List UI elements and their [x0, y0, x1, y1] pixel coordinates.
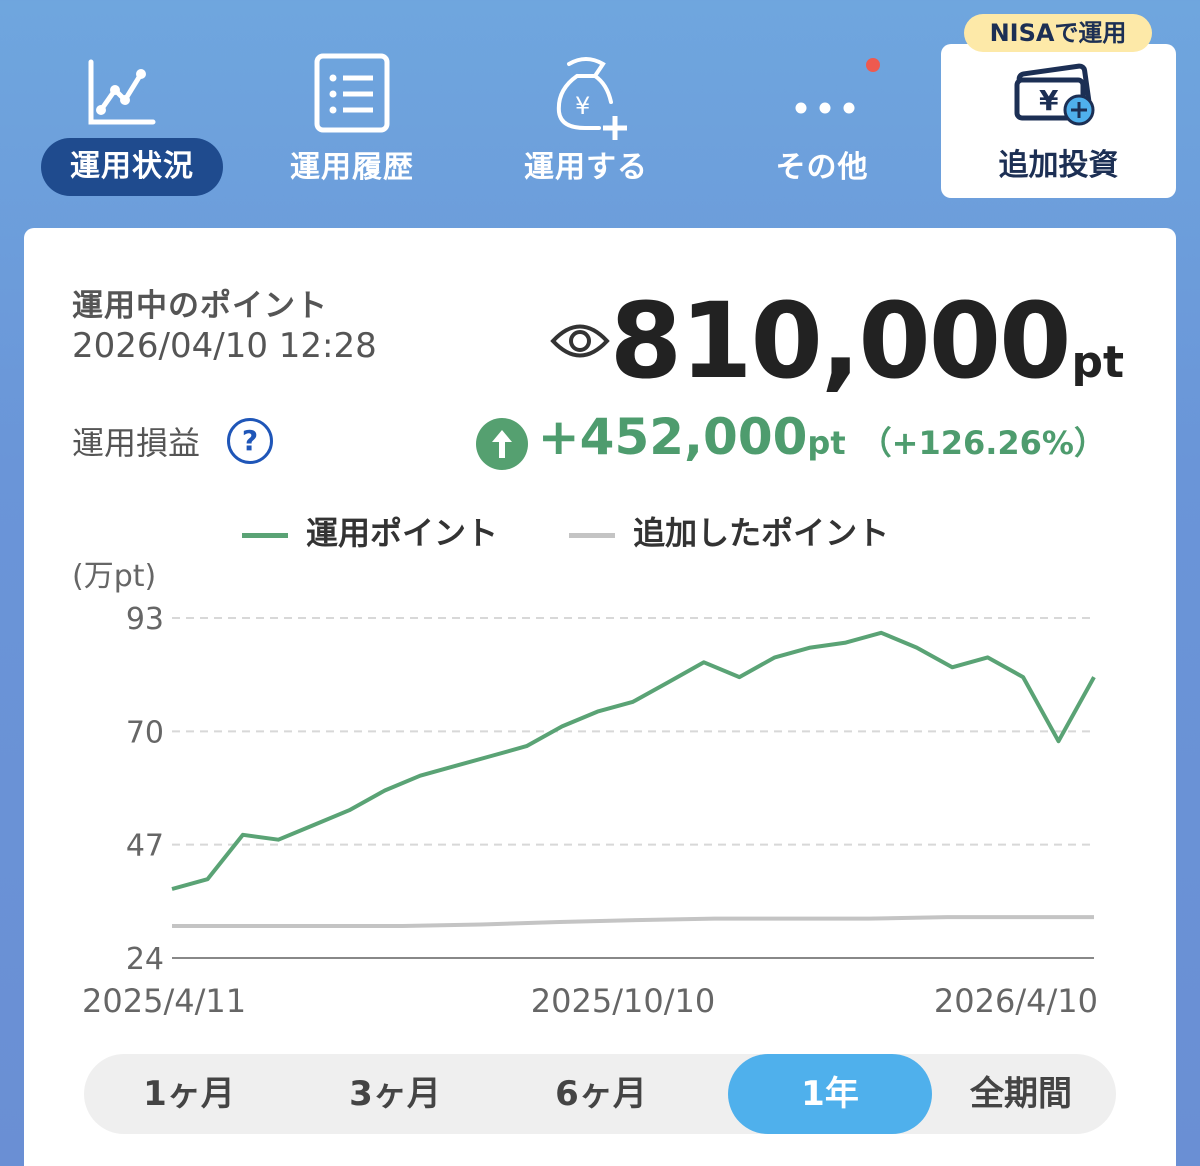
nav-status-label: 運用状況	[41, 138, 223, 196]
y-tick-label: 70	[126, 715, 164, 750]
notification-dot	[866, 58, 880, 72]
series-line	[172, 915, 1094, 928]
nav-more[interactable]: その他	[722, 30, 922, 200]
legend-managed-label: 運用ポイント	[306, 514, 499, 552]
timestamp: 2026/04/10 12:28	[72, 326, 377, 366]
legend-managed-swatch	[242, 532, 288, 538]
nav-history[interactable]: 運用履歴	[252, 30, 452, 200]
gain-amount: +452,000	[537, 408, 808, 466]
legend-added-swatch	[569, 532, 616, 538]
arrow-up-icon	[475, 417, 528, 470]
svg-text:¥: ¥	[575, 92, 590, 120]
top-nav: 運用状況 運用履歴 ¥ 運用する その他 ¥ 追加投資 NISAで運用	[0, 0, 1200, 210]
nav-status[interactable]: 運用状況	[16, 30, 223, 200]
money-bag-plus-icon: ¥	[556, 57, 627, 140]
points-unit: pt	[1071, 337, 1124, 388]
profit-loss-value: +452,000pt （+126.26%）	[475, 408, 1106, 476]
help-icon[interactable]: ?	[227, 418, 273, 464]
chart-legend: 運用ポイント 追加したポイント	[242, 508, 949, 554]
x-tick-label: 2025/10/10	[531, 982, 715, 1020]
nav-invest[interactable]: ¥ 運用する	[486, 30, 686, 200]
nisa-tag: NISAで運用	[964, 14, 1152, 52]
eye-icon[interactable]	[549, 316, 611, 366]
y-tick-label: 24	[126, 942, 164, 977]
period-option[interactable]: 6ヶ月	[546, 1054, 656, 1134]
nav-invest-label: 運用する	[524, 150, 648, 185]
x-tick-label: 2026/4/10	[934, 982, 1098, 1020]
nisa-add-investment-button[interactable]: ¥ 追加投資	[941, 44, 1176, 198]
period-option[interactable]: 全期間	[936, 1054, 1106, 1134]
gain-percent: （+126.26%）	[859, 424, 1106, 462]
period-option[interactable]: 1年	[728, 1054, 932, 1134]
legend-added: 追加したポイント	[569, 508, 889, 554]
series-line	[171, 630, 1096, 891]
points-total: 810,000pt	[610, 280, 1124, 402]
legend-managed: 運用ポイント	[242, 508, 498, 554]
nav-history-label: 運用履歴	[290, 150, 414, 185]
y-tick-label: 93	[126, 602, 164, 637]
more-dots-icon	[795, 102, 855, 114]
chart-svg: (万pt) 93 70 47 24 2025/4/11 2025/10/10 2026/4/1…	[72, 559, 1098, 1020]
svg-text:¥: ¥	[1039, 84, 1059, 117]
period-selector: 1ヶ月 3ヶ月 6ヶ月 1年 全期間	[84, 1054, 1116, 1134]
gain-unit: pt	[807, 424, 846, 462]
profit-loss-label: 運用損益	[72, 424, 201, 462]
legend-added-label: 追加したポイント	[633, 514, 890, 552]
y-axis-label: (万pt)	[72, 559, 156, 594]
nisa-add-investment-label: 追加投資	[998, 148, 1119, 183]
list-icon	[314, 53, 390, 133]
nav-more-label: その他	[775, 150, 869, 185]
y-tick-label: 47	[126, 829, 164, 864]
wallet-yen-plus-icon: ¥	[1014, 63, 1095, 126]
line-chart-icon	[88, 59, 156, 125]
period-option[interactable]: 3ヶ月	[340, 1054, 450, 1134]
points-chart: (万pt) 93 70 47 24 2025/4/11 2025/10/10 2026/4/1…	[24, 558, 1176, 1028]
portfolio-card: 運用中のポイント 2026/04/10 12:28 810,000pt 運用損益…	[24, 228, 1176, 1166]
points-value: 810,000	[609, 280, 1072, 402]
x-tick-label: 2025/4/11	[82, 982, 246, 1020]
period-option[interactable]: 1ヶ月	[134, 1054, 244, 1134]
points-title: 運用中のポイント	[72, 288, 328, 324]
